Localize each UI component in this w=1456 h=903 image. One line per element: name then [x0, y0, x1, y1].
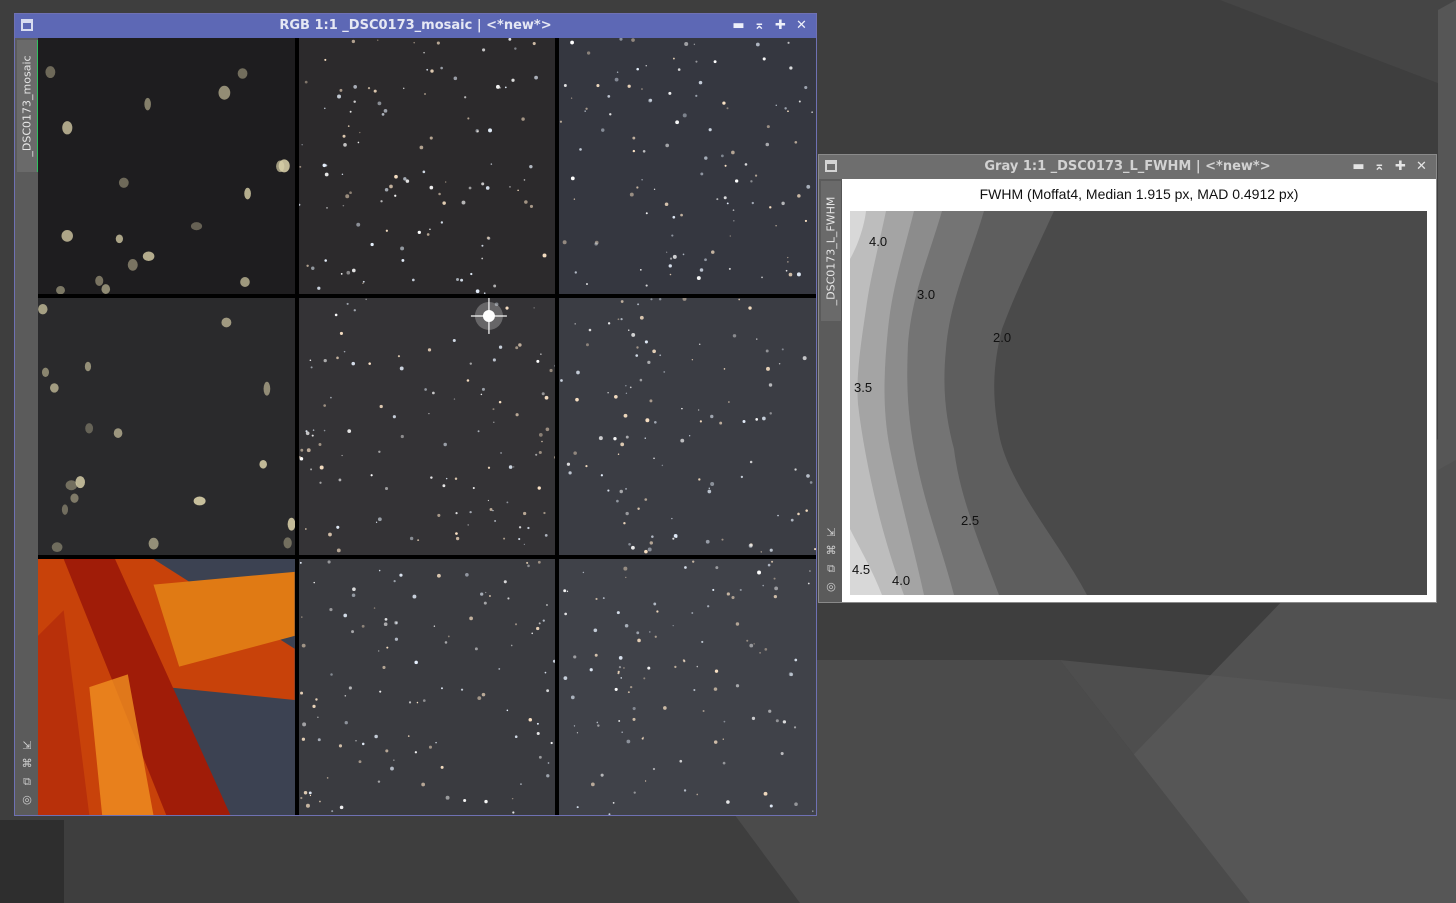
title-bar[interactable]: Gray 1:1 _DSC0173_L_FWHM | <*new*> ▬ ⌅ ✚…	[819, 155, 1436, 179]
fit-view-icon[interactable]: ⌘	[20, 755, 34, 773]
maximize-button[interactable]: ✚	[770, 14, 791, 38]
contour-label: 3.5	[854, 380, 872, 395]
target-icon[interactable]: ◎	[20, 791, 34, 809]
fwhm-contour-map: 4.0 3.0 2.0 3.5 2.5 4.5 4.0	[850, 211, 1427, 595]
shrink-icon[interactable]: ⇲	[824, 524, 838, 542]
close-button[interactable]: ✕	[1411, 155, 1432, 179]
contour-label: 2.0	[993, 330, 1011, 345]
rgb-mosaic-window[interactable]: RGB 1:1 _DSC0173_mosaic | <*new*> ▬ ⌅ ✚ …	[14, 13, 817, 816]
target-icon[interactable]: ◎	[824, 578, 838, 596]
contour-label: 4.0	[869, 234, 887, 249]
mosaic-tile	[38, 38, 295, 295]
shade-button[interactable]: ⌅	[1369, 155, 1390, 179]
close-button[interactable]: ✕	[791, 14, 812, 38]
contour-label: 4.5	[852, 562, 870, 577]
minimize-button[interactable]: ▬	[728, 14, 749, 38]
mosaic-tile	[559, 38, 816, 295]
mosaic-tile	[38, 558, 295, 815]
view-tab[interactable]: _DSC0173_mosaic	[17, 40, 39, 172]
contour-label: 2.5	[961, 513, 979, 528]
mosaic-tile	[559, 298, 816, 555]
view-tab-label: _DSC0173_mosaic	[20, 55, 34, 157]
clone-icon[interactable]: ⧉	[20, 773, 34, 791]
view-sidebar: _DSC0173_L_FWHM ⇲ ⌘ ⧉ ◎	[819, 179, 843, 602]
shrink-icon[interactable]: ⇲	[20, 737, 34, 755]
view-sidebar: _DSC0173_mosaic ⇲ ⌘ ⧉ ◎	[15, 38, 39, 815]
mosaic-image-view[interactable]	[38, 38, 816, 815]
window-title: RGB 1:1 _DSC0173_mosaic | <*new*>	[279, 18, 552, 33]
fwhm-image-view[interactable]: FWHM (Moffat4, Median 1.915 px, MAD 0.49…	[842, 179, 1436, 602]
shade-button[interactable]: ⌅	[749, 14, 770, 38]
clone-icon[interactable]: ⧉	[824, 560, 838, 578]
fwhm-map-window[interactable]: Gray 1:1 _DSC0173_L_FWHM | <*new*> ▬ ⌅ ✚…	[818, 154, 1437, 603]
contour-label: 4.0	[892, 573, 910, 588]
window-title: Gray 1:1 _DSC0173_L_FWHM | <*new*>	[984, 159, 1271, 174]
mosaic-tile	[559, 558, 816, 815]
mosaic-tile	[298, 298, 556, 555]
fit-view-icon[interactable]: ⌘	[824, 542, 838, 560]
view-tab-label: _DSC0173_L_FWHM	[824, 196, 838, 306]
mosaic-tile	[38, 298, 295, 555]
minimize-button[interactable]: ▬	[1348, 155, 1369, 179]
view-tab[interactable]: _DSC0173_L_FWHM	[821, 181, 842, 321]
title-bar[interactable]: RGB 1:1 _DSC0173_mosaic | <*new*> ▬ ⌅ ✚ …	[15, 14, 816, 38]
mosaic-tile	[298, 38, 556, 295]
mosaic-tile	[298, 558, 556, 815]
maximize-button[interactable]: ✚	[1390, 155, 1411, 179]
contour-label: 3.0	[917, 287, 935, 302]
